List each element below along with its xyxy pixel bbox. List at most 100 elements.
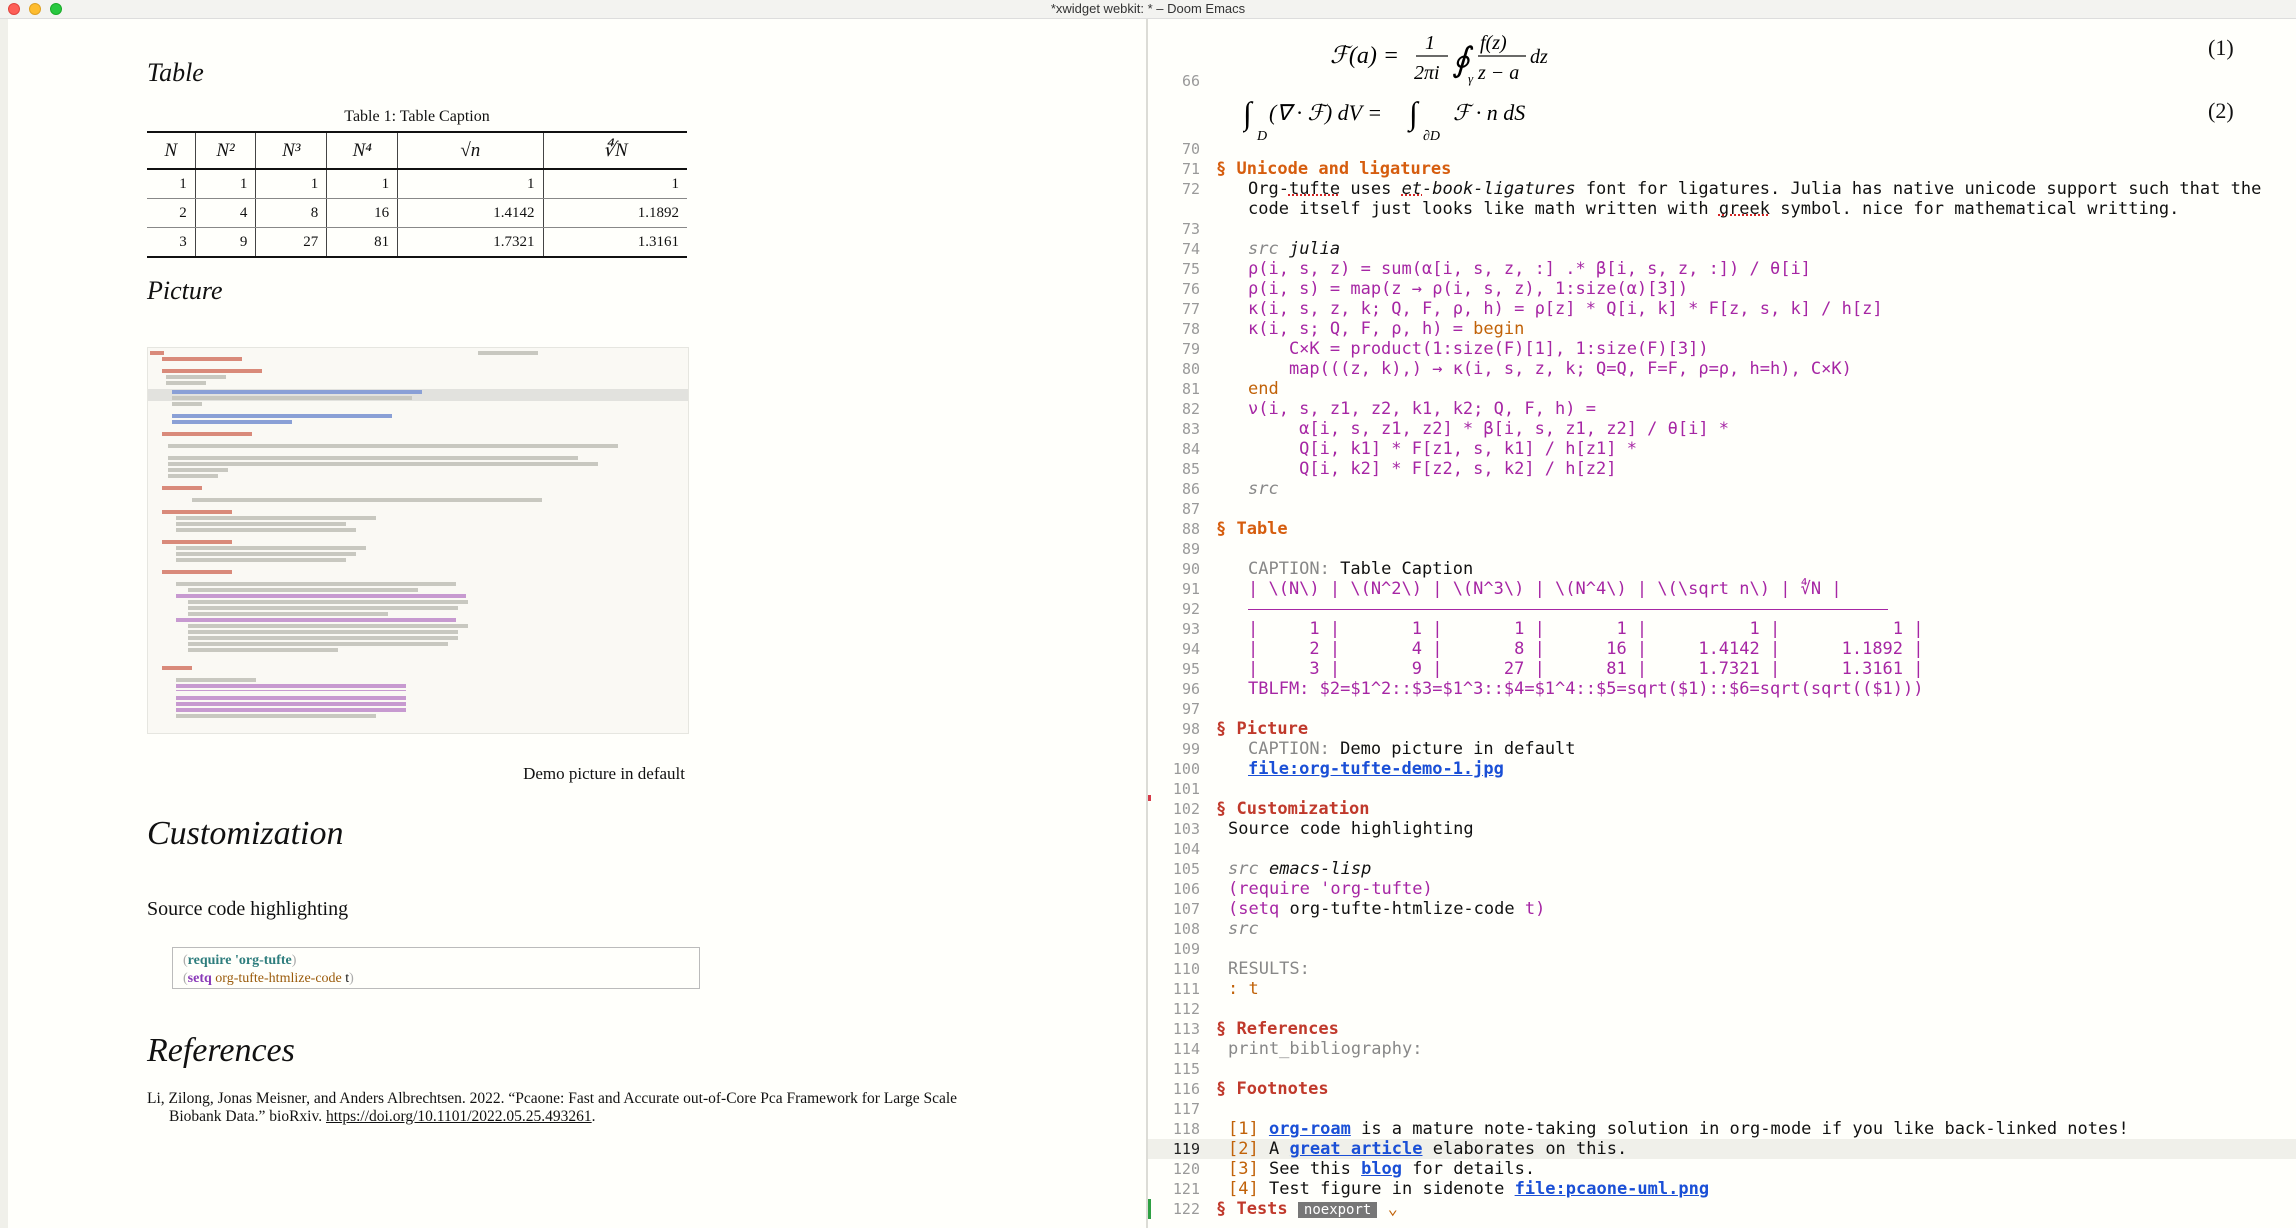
equation-2-image: ∫ D (∇ · ℱ) dV = ∫ ∂D ℱ · n dS: [1241, 95, 1525, 144]
code-line: 75 ρ(i, s, z) = sum(α[i, s, z, :] .* β[i,…: [1181, 259, 1811, 279]
code-line: 79 C×K = product(1:size(F)[1], 1:size(F)…: [1181, 339, 1709, 359]
code-line: 82 ν(i, s, z1, z2, k1, k2; Q, F, h) =: [1181, 399, 1596, 419]
table-header: N³: [255, 131, 327, 170]
equation-2-number: (2): [2208, 98, 2234, 123]
picture-heading: Picture: [147, 276, 223, 305]
code-line: (require 'org-tufte): [183, 953, 297, 968]
org-heading[interactable]: 98 § Picture: [1148, 719, 2296, 739]
reference-entry: Li, Zilong, Jonas Meisner, and Anders Al…: [147, 1090, 958, 1125]
footnote-line: 121 [4] Test figure in sidenote file:pcao…: [1172, 1179, 1710, 1199]
svg-text:∫: ∫: [1243, 95, 1254, 133]
code-line: 107 (setq org-tufte-htmlize-code t): [1172, 899, 1546, 919]
table-row: 1 1 1 1 1 1: [147, 169, 687, 199]
table-header: N: [147, 131, 196, 170]
table-row: 3 9 27 81 1.7321 1.3161: [147, 227, 687, 258]
code-line: 77 κ(i, s, z, k; Q, F, ρ, h) = ρ[z] * Q[i…: [1181, 299, 1883, 319]
table-cell: 1: [326, 169, 398, 199]
footnote-line-current: 119 [2] A great article elaborates on thi…: [1148, 1139, 2296, 1159]
svg-text:(∇ · ℱ) dV =: (∇ · ℱ) dV =: [1269, 100, 1382, 125]
table-cell: 1: [194, 169, 256, 199]
org-table-row[interactable]: 94 | 2 | 4 | 8 | 16 | 1.4142 | 1.1892 |: [1148, 639, 2296, 659]
table-cell: 4: [194, 198, 256, 228]
src-block-end: 86 src: [1181, 479, 1279, 499]
source-code-text: Source code highlighting: [147, 898, 349, 920]
code-line: 85 Q[i, k2] * F[z2, s, k2] / h[z2]: [1181, 459, 1617, 479]
picture-caption: Demo picture in default: [523, 764, 685, 783]
blog-link[interactable]: blog: [1361, 1159, 1402, 1179]
footnote-line: 118 [1] org-roam is a mature note-taking …: [1172, 1119, 2129, 1139]
file-link[interactable]: 100 file:org-tufte-demo-1.jpg: [1148, 759, 2296, 779]
table-header: √n: [397, 131, 544, 170]
src-block-begin: 105 src emacs-lisp: [1172, 859, 1372, 879]
table-header: ∜N: [542, 131, 687, 170]
code-line: 106 (require 'org-tufte): [1172, 879, 1433, 899]
equation-1-number: (1): [2208, 35, 2234, 60]
great-article-link[interactable]: great article: [1289, 1139, 1422, 1159]
src-block-end: 108 src: [1172, 919, 1259, 939]
org-table-row[interactable]: 93 | 1 | 1 | 1 | 1 | 1 | 1 |: [1148, 619, 2296, 639]
org-heading[interactable]: 122 § Tests noexport ⌄: [1148, 1199, 2296, 1219]
table-header: N⁴: [326, 131, 398, 170]
table-cell: 1.3161: [542, 227, 687, 258]
table-cell: 1: [147, 169, 196, 199]
org-heading[interactable]: 71 § Unicode and ligatures: [1148, 159, 2296, 179]
svg-text:ℱ(a) =: ℱ(a) =: [1330, 43, 1399, 69]
org-heading[interactable]: 102 § Customization: [1148, 799, 2296, 819]
noexport-tag: noexport: [1297, 1202, 1378, 1218]
org-heading[interactable]: 88 § Table: [1148, 519, 2296, 539]
table-header: N²: [194, 131, 256, 170]
org-table-rule: 92: [1148, 599, 2296, 619]
svg-text:f(z): f(z): [1480, 32, 1507, 54]
table-cell: 1: [397, 169, 544, 199]
svg-text:dz: dz: [1530, 46, 1548, 68]
line-number: 70: [1181, 140, 1200, 158]
table-cell: 1.4142: [397, 198, 544, 228]
caption-line: 90 CAPTION: Table Caption: [1181, 559, 1474, 579]
table-cell: 27: [255, 227, 327, 258]
table-cell: 81: [326, 227, 398, 258]
org-roam-link[interactable]: org-roam: [1269, 1119, 1351, 1139]
table-cell: 1: [255, 169, 327, 199]
table-cell: 1.1892: [542, 198, 687, 228]
table-row: 2 4 8 16 1.4142 1.1892: [147, 198, 687, 228]
org-heading[interactable]: 116 § Footnotes: [1148, 1079, 2296, 1099]
svg-text:∫: ∫: [1407, 95, 1420, 133]
demo-picture: [147, 347, 689, 734]
table-cell: 1: [542, 169, 687, 199]
pcaone-uml-link[interactable]: file:pcaone-uml.png: [1515, 1179, 1709, 1199]
table-cell: 9: [194, 227, 256, 258]
table-header-row: N N² N³ N⁴ √n ∜N: [147, 131, 687, 170]
fold-indicator-icon[interactable]: ⌄: [1388, 1199, 1398, 1219]
git-gutter-removed: [1148, 795, 1151, 801]
references-heading: References: [147, 1032, 295, 1069]
code-block: (require 'org-tufte) (setq org-tufte-htm…: [172, 947, 700, 989]
code-line: 80 map(((z, k),) → κ(i, s, z, k; Q=Q, F=…: [1181, 359, 1852, 379]
window-title: *xwidget webkit: * – Doom Emacs: [1050, 1, 1246, 16]
reference-doi-link[interactable]: https://doi.org/10.1101/2022.05.25.49326…: [326, 1108, 592, 1125]
svg-text:1: 1: [1425, 32, 1435, 54]
org-heading[interactable]: 113 § References: [1148, 1019, 2296, 1039]
table-cell: 8: [255, 198, 327, 228]
table-cell: 2: [147, 198, 196, 228]
git-gutter-added: [1148, 1199, 1151, 1219]
customization-heading: Customization: [147, 815, 344, 852]
code-line: (setq org-tufte-htmlize-code t): [183, 971, 354, 986]
preview-table: N N² N³ N⁴ √n ∜N 1 1 1 1 1 1 2 4 8 16 1.…: [147, 131, 687, 258]
title-bar: *xwidget webkit: * – Doom Emacs: [0, 0, 2296, 19]
org-table-row[interactable]: 95 | 3 | 9 | 27 | 81 | 1.7321 | 1.3161 |: [1148, 659, 2296, 679]
code-line: 81 end: [1181, 379, 1279, 399]
table-cell: 16: [326, 198, 398, 228]
caption-line: 99 CAPTION: Demo picture in default: [1181, 739, 1576, 759]
org-table-header[interactable]: 91 | \(N\) | \(N^2\) | \(N^3\) | \(N^4\) …: [1148, 579, 2296, 599]
paragraph-line: 72 Org-tufte uses et-book-ligatures font …: [1181, 179, 2262, 199]
table-caption: Table 1: Table Caption: [344, 108, 490, 125]
table-heading: Table: [147, 58, 204, 87]
results-line: 110 RESULTS:: [1172, 959, 1310, 979]
tblfm-line: 96 TBLFM: $2=$1^2::$3=$1^3::$4=$1^4::$5=s…: [1181, 679, 1924, 699]
code-line: 76 ρ(i, s) = map(z → ρ(i, s, z), 1:size(α…: [1181, 279, 1689, 299]
paragraph-line: code itself just looks like math written…: [1248, 199, 2180, 219]
code-line: 78 κ(i, s; Q, F, ρ, h) = begin: [1181, 319, 1525, 339]
table-cell: 3: [147, 227, 196, 258]
emacs-buffer[interactable]: ℱ(a) = 1 2πi ∮ γ f(z) z − a dz (1) ∫ D (…: [1148, 19, 2296, 1228]
footnote-line: 120 [3] See this blog for details.: [1172, 1159, 1536, 1179]
